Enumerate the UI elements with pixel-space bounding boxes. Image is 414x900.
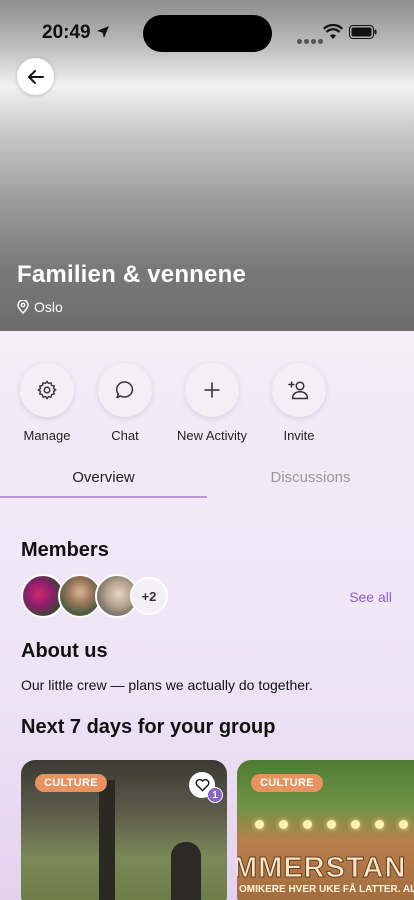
location-arrow-icon [97, 26, 109, 38]
manage-label: Manage [23, 428, 71, 443]
about-heading: About us [21, 640, 108, 662]
back-button[interactable] [17, 58, 54, 95]
card-banner-subtext: OMIKERE HVER UKE FÅ LATTER. AL [239, 884, 414, 895]
like-count-badge: 1 [207, 787, 223, 803]
action-bar: Manage Chat New Activity Invite [0, 363, 414, 443]
new-activity-button[interactable]: New Activity [167, 363, 257, 443]
battery-icon [349, 25, 377, 39]
activity-card[interactable]: CULTURE 1 [21, 760, 227, 900]
chat-button[interactable]: Chat [80, 363, 170, 443]
gear-icon [37, 380, 57, 400]
about-text: Our little crew — plans we actually do t… [21, 677, 313, 693]
invite-icon-circle [272, 363, 326, 417]
status-bar: 20:49 [0, 0, 414, 60]
signal-icon [297, 31, 325, 49]
manage-icon-circle [20, 363, 74, 417]
see-all-link[interactable]: See all [349, 589, 392, 605]
category-badge: CULTURE [251, 774, 323, 792]
status-time: 20:49 [42, 22, 91, 43]
active-tab-indicator [0, 496, 207, 498]
more-members-badge: +2 [130, 577, 168, 615]
activity-card[interactable]: MMERSTAN OMIKERE HVER UKE FÅ LATTER. AL … [237, 760, 414, 900]
dynamic-island [143, 15, 272, 52]
group-location: Oslo [17, 299, 63, 315]
hero-image: 20:49 Familien & vennene Oslo [0, 0, 414, 331]
add-person-icon [288, 381, 309, 400]
category-badge: CULTURE [35, 774, 107, 792]
group-content: Manage Chat New Activity Invite Overview… [0, 331, 414, 900]
card-image-lights [237, 812, 414, 832]
tab-discussions[interactable]: Discussions [207, 469, 414, 486]
upcoming-heading: Next 7 days for your group [21, 716, 276, 738]
card-image-figure [171, 842, 201, 900]
new-activity-label: New Activity [176, 428, 248, 443]
tab-overview[interactable]: Overview [0, 469, 207, 486]
chat-bubble-icon [115, 381, 134, 399]
wifi-icon [323, 24, 343, 39]
card-banner-text: MMERSTAN [237, 852, 407, 885]
manage-button[interactable]: Manage [2, 363, 92, 443]
new-activity-icon-circle [185, 363, 239, 417]
location-pin-icon [17, 300, 29, 314]
group-title: Familien & vennene [17, 261, 246, 288]
invite-label: Invite [283, 428, 315, 443]
arrow-left-icon [27, 69, 44, 84]
card-image [99, 780, 115, 900]
location-label: Oslo [34, 299, 63, 315]
members-heading: Members [21, 539, 109, 561]
chat-icon-circle [98, 363, 152, 417]
tab-bar: Overview Discussions [0, 462, 414, 500]
plus-icon [204, 382, 220, 398]
chat-label: Chat [111, 428, 139, 443]
invite-button[interactable]: Invite [254, 363, 344, 443]
